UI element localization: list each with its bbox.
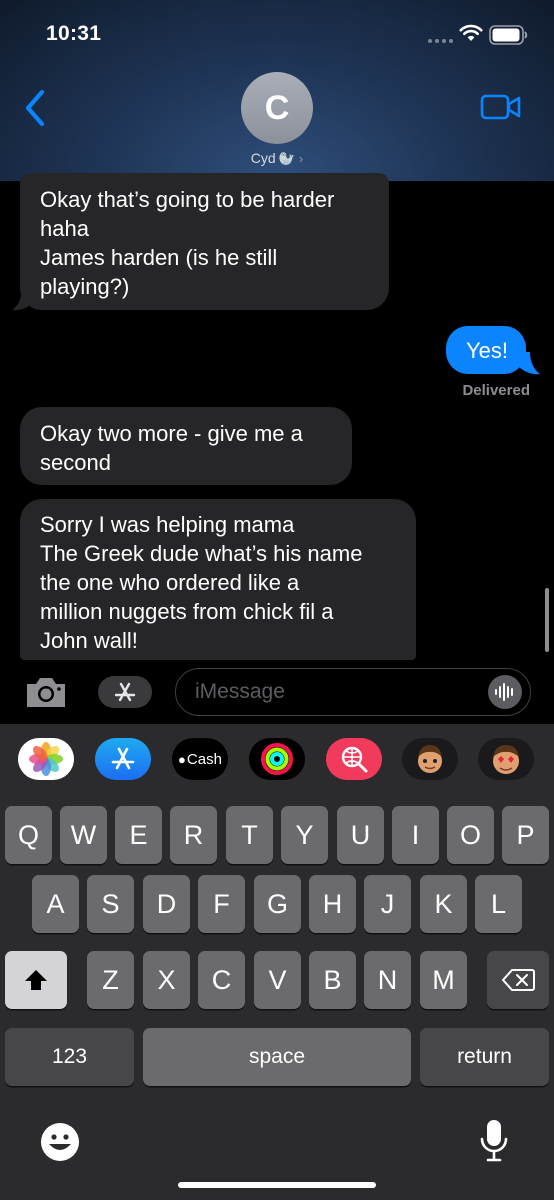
incoming-message[interactable]: Okay two more - give me a second [20,407,352,485]
message-line: The Greek dude what’s his name [40,541,363,566]
conversation-header: 10:31 C Cyd 🦭 › [0,0,554,181]
key-h[interactable]: H [309,875,356,933]
key-q[interactable]: Q [5,806,52,864]
imessage-input[interactable]: iMessage [175,668,531,716]
delete-icon [501,969,535,991]
message-line: Sorry I was helping mama [40,512,295,537]
contact-emoji: 🦭 [278,151,295,166]
cellular-signal-icon [428,39,453,43]
key-m[interactable]: M [420,951,467,1009]
imessage-app-drawer: ● Cash [0,724,554,796]
key-i[interactable]: I [392,806,439,864]
home-indicator[interactable] [178,1182,376,1188]
key-o[interactable]: O [447,806,494,864]
space-key[interactable]: space [143,1028,411,1086]
incoming-message[interactable]: Sorry I was helping mama The Greek dude … [20,499,416,660]
app-store-icon [114,682,136,702]
key-n[interactable]: N [364,951,411,1009]
key-u[interactable]: U [337,806,384,864]
memoji-app-button[interactable] [402,738,458,780]
memoji-stickers-icon [493,745,519,774]
key-g[interactable]: G [254,875,301,933]
video-call-button[interactable] [480,92,522,122]
memoji-icon [418,745,442,773]
compose-bar: iMessage [0,660,554,724]
key-x[interactable]: X [143,951,190,1009]
images-search-app-button[interactable] [326,738,382,780]
bubble-tail [518,352,540,375]
key-b[interactable]: B [309,951,356,1009]
message-line: John wall! [40,628,138,653]
apple-cash-label: Cash [186,750,222,768]
return-key[interactable]: return [420,1028,549,1086]
back-button[interactable] [18,88,52,128]
globe-search-icon [341,746,368,773]
message-line: Okay that’s going to be harder [40,187,335,212]
message-line: second [40,450,111,475]
message-line: million nuggets from chick fil a [40,599,334,624]
message-line: the one who ordered like a [40,570,300,595]
scroll-indicator[interactable] [545,588,549,652]
photos-app-button[interactable] [18,738,74,780]
key-t[interactable]: T [226,806,273,864]
contact-name-button[interactable]: Cyd 🦭 › [0,150,554,167]
camera-icon[interactable] [23,674,69,710]
message-line: Okay two more - give me a [40,421,303,446]
delete-key[interactable] [487,951,549,1009]
app-store-icon [111,747,135,770]
photos-icon [29,742,63,776]
app-store-app-button[interactable] [95,738,151,780]
shift-key[interactable] [5,951,67,1009]
status-time: 10:31 [46,22,102,45]
key-k[interactable]: K [420,875,467,933]
message-line: playing?) [40,274,130,299]
wifi-icon [459,24,483,41]
memoji-stickers-app-button[interactable] [478,738,534,780]
key-p[interactable]: P [502,806,549,864]
apple-cash-icon: ● [178,751,186,767]
incoming-message[interactable]: Okay that’s going to be harder haha Jame… [20,173,389,310]
key-w[interactable]: W [60,806,107,864]
numbers-key[interactable]: 123 [5,1028,134,1086]
microphone-icon[interactable] [478,1118,510,1164]
key-z[interactable]: Z [87,951,134,1009]
bubble-tail [12,288,34,311]
contact-name: Cyd [250,150,276,166]
contact-avatar[interactable]: C [241,72,313,144]
waveform-icon [495,683,513,701]
apple-cash-app-button[interactable]: ● Cash [172,738,228,780]
key-f[interactable]: F [198,875,245,933]
activity-app-button[interactable] [249,738,305,780]
key-y[interactable]: Y [281,806,328,864]
imessage-placeholder: iMessage [195,680,285,703]
apps-button[interactable] [98,676,152,708]
key-e[interactable]: E [115,806,162,864]
key-c[interactable]: C [198,951,245,1009]
avatar-initial: C [264,88,290,127]
keyboard: ● Cash Q W E R T Y U I O P A S D F G H J… [0,724,554,1200]
message-line: Yes! [466,338,509,363]
key-j[interactable]: J [364,875,411,933]
key-s[interactable]: S [87,875,134,933]
message-line: haha [40,216,89,241]
message-line: James harden (is he still [40,245,278,270]
key-l[interactable]: L [475,875,522,933]
emoji-icon[interactable] [38,1120,82,1164]
key-v[interactable]: V [254,951,301,1009]
chevron-right-icon: › [298,151,304,166]
messages-screen: 10:31 C Cyd 🦭 › Okay that’s going to be … [0,0,554,1200]
key-a[interactable]: A [32,875,79,933]
delivery-status: Delivered [462,382,530,399]
key-r[interactable]: R [170,806,217,864]
battery-icon [489,25,528,45]
shift-icon [25,970,47,990]
activity-rings-icon [261,743,293,775]
audio-message-button[interactable] [488,675,522,709]
key-d[interactable]: D [143,875,190,933]
